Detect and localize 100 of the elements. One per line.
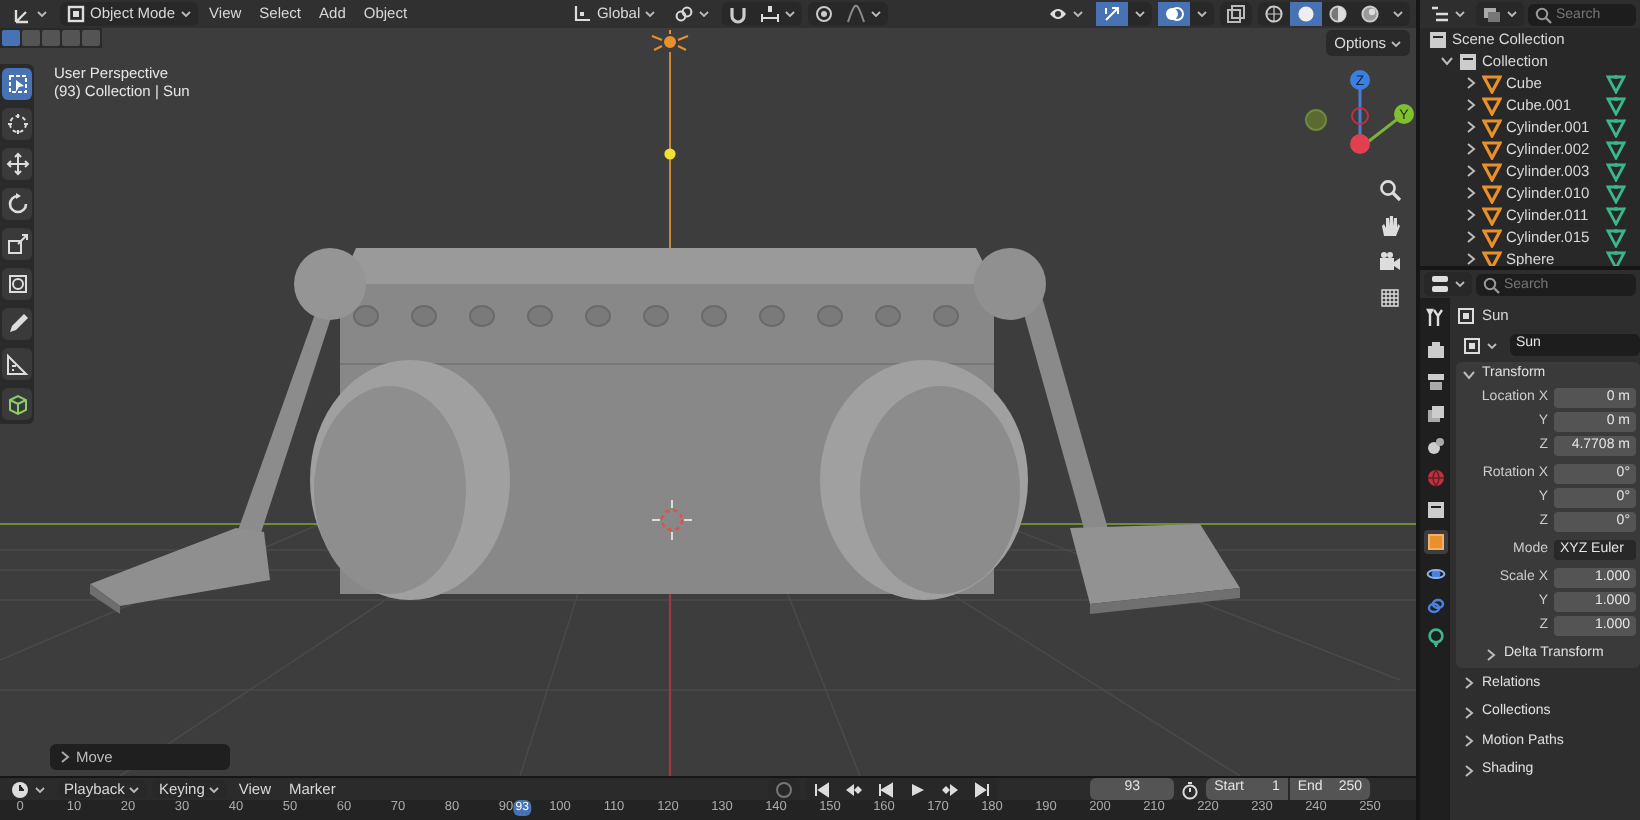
editor-type-button[interactable] [1424,272,1472,296]
caret-icon [128,783,141,795]
properties-tab[interactable] [1423,402,1447,426]
scale-icon [5,232,29,256]
chevron-right-icon[interactable] [1464,208,1478,222]
add-cube-icon [5,392,29,416]
tool-button[interactable] [2,268,32,300]
collection-box-icon [1458,51,1478,71]
chevron-down-icon[interactable] [1440,54,1454,68]
camera-view-button[interactable] [1376,248,1404,274]
light-bulb-icon [1425,628,1445,648]
grid-icon [1378,285,1402,309]
filter-icon [1482,4,1502,24]
magnifier-icon [1378,177,1402,201]
image-stack-icon [1425,404,1445,424]
caret-icon [179,8,192,20]
modifier-triangle-icon [1606,161,1626,181]
chevron-down-icon[interactable] [1462,367,1476,382]
3d-cursor-icon [651,499,693,541]
search-icon [1534,5,1552,23]
properties-tab[interactable] [1423,498,1447,522]
record-circle-icon [774,779,795,799]
stopwatch-icon [1180,779,1201,799]
tool-button[interactable] [2,228,32,260]
tool-button[interactable] [2,188,32,220]
chevron-right-icon[interactable] [1464,76,1478,90]
caret-icon [698,8,711,20]
camera-icon [1378,249,1402,273]
tool-icon [1425,308,1445,328]
orientation-icon [572,4,593,24]
caret-icon [784,8,797,20]
properties-tab[interactable] [1423,626,1447,650]
chevron-right-icon[interactable] [1464,142,1478,156]
properties-tab[interactable] [1423,370,1447,394]
caret-icon [870,8,883,20]
curve-icon [846,4,867,24]
modifier-triangle-icon [1606,227,1626,247]
link-icon [674,4,695,24]
properties-tab[interactable] [1423,306,1447,330]
caret-icon [208,783,221,795]
gizmo-toggle[interactable] [1096,2,1128,26]
snap-increment-icon [760,4,781,24]
caret-icon [1486,339,1498,351]
caret-icon [36,8,48,20]
transform-icon [5,272,29,296]
xray-squares-icon [1226,4,1246,24]
chain-link-icon [1425,596,1445,616]
modifier-triangle-icon [1606,205,1626,225]
move-icon [5,152,29,176]
zoom-button[interactable] [1376,176,1404,202]
chevron-right-icon[interactable] [1464,98,1478,112]
chevron-right-icon[interactable] [1464,230,1478,244]
tool-button[interactable] [2,308,32,340]
modifier-triangle-icon [1606,73,1626,93]
caret-icon [1392,8,1404,20]
shading-solid-button[interactable] [1290,2,1322,26]
properties-tab[interactable] [1423,338,1447,362]
chevron-right-icon[interactable] [1464,164,1478,178]
chevron-right-icon[interactable] [1464,186,1478,200]
modifier-triangle-icon [1606,183,1626,203]
printer-icon [1425,372,1445,392]
play-reverse-icon [876,779,897,799]
properties-tab[interactable] [1423,434,1447,458]
xray-toggle[interactable] [1220,2,1252,26]
overlay-circles-icon [1164,4,1184,24]
prev-keyframe-icon [844,779,865,799]
sun-light-icon [651,29,689,51]
caret-icon [1454,278,1466,290]
magnet-icon [728,4,749,24]
modifier-triangle-icon [1606,139,1626,159]
tool-button[interactable] [2,388,32,420]
overlay-toggle[interactable] [1158,2,1190,26]
tool-button[interactable] [2,148,32,180]
object-square-icon [1425,532,1445,552]
properties-tab[interactable] [1423,530,1447,554]
pan-button[interactable] [1376,212,1404,238]
chevron-right-icon[interactable] [1464,252,1478,266]
projection-button[interactable] [1376,284,1404,310]
filter-dropdown[interactable] [1476,2,1524,26]
rotate-icon [5,192,29,216]
gizmo-arrows-icon [1102,4,1122,24]
caret-icon [1072,8,1084,20]
axes-icon [12,4,32,24]
collection-box-icon [1428,29,1448,49]
tool-button[interactable] [2,108,32,140]
caret-icon [1454,8,1466,20]
ruler-icon [5,352,29,376]
caret-icon [644,8,657,20]
chevron-right-icon [58,750,70,764]
tool-button[interactable] [2,68,32,100]
chevron-right-icon[interactable] [1464,120,1478,134]
light-origin-dot [664,148,676,160]
modifier-triangle-icon [1606,249,1626,266]
tool-button[interactable] [2,348,32,380]
caret-icon [34,783,46,795]
caret-icon [1134,8,1146,20]
search-icon [1482,275,1500,293]
circle-dot-icon [814,4,835,24]
caret-icon [1196,8,1208,20]
caret-icon [1390,37,1402,49]
